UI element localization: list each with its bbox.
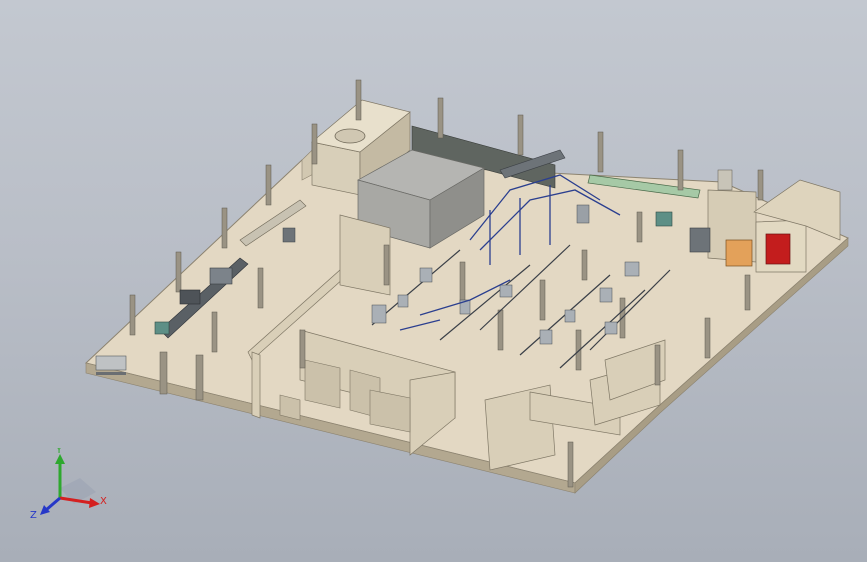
red-door <box>765 233 791 265</box>
trolley <box>95 355 127 375</box>
triad-x-arrow <box>89 498 100 508</box>
factory-layout-model[interactable] <box>0 0 867 562</box>
triad-x-label: X <box>100 496 107 507</box>
pallet-stack <box>725 239 753 267</box>
round-tank <box>334 128 366 144</box>
coordinate-triad[interactable]: Y X Z <box>28 448 112 528</box>
triad-y-label: Y <box>55 448 63 456</box>
triad-z-label: Z <box>30 510 37 521</box>
triad-z-axis <box>45 496 61 512</box>
cad-viewport[interactable]: Y X Z <box>0 0 867 562</box>
